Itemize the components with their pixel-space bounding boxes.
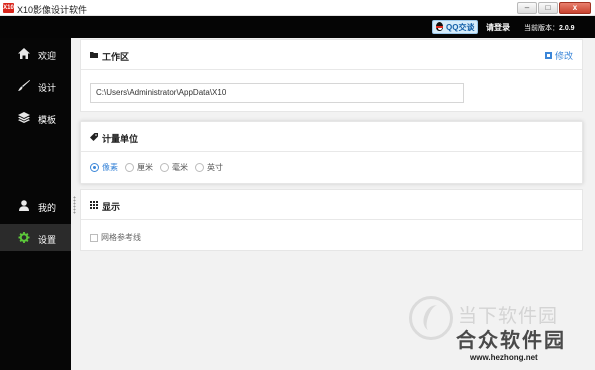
user-icon	[19, 200, 29, 211]
display-title: 显示	[102, 202, 121, 212]
radio-button[interactable]	[125, 163, 134, 172]
units-panel: 计量单位 像素 厘米 毫米 英寸	[80, 121, 583, 184]
workspace-path-field[interactable]: C:\Users\Administrator\AppData\X10	[90, 83, 464, 103]
home-icon	[18, 48, 30, 59]
tag-icon	[90, 133, 98, 141]
watermark-logo-icon	[409, 296, 453, 340]
radio-button[interactable]	[160, 163, 169, 172]
sidebar-item-label: 我的	[38, 203, 57, 213]
window-controls: – □ x	[517, 2, 591, 14]
workspace-panel-header: 工作区 修改	[81, 40, 582, 70]
units-radio-group: 像素 厘米 毫米 英寸	[90, 162, 230, 173]
unit-option-inch[interactable]: 英寸	[195, 162, 223, 173]
sidebar-item-welcome[interactable]: 欢迎	[0, 40, 71, 67]
workspace-title: 工作区	[102, 52, 130, 62]
qq-chat-button[interactable]: QQ交谈	[432, 20, 479, 34]
sidebar-item-templates[interactable]: 模板	[0, 104, 71, 131]
version-label: 当前版本：	[524, 25, 559, 32]
minimize-button[interactable]: –	[517, 2, 537, 14]
radio-label: 毫米	[172, 163, 188, 172]
workspace-panel: 工作区 修改 C:\Users\Administrator\AppData\X1…	[80, 39, 583, 112]
qq-penguin-icon	[435, 22, 444, 32]
watermark-url: www.hezhong.net	[470, 353, 538, 362]
top-header: QQ交谈 请登录 当前版本：2.0.9	[0, 16, 595, 38]
sidebar-item-label: 模板	[38, 115, 57, 125]
radio-label: 像素	[102, 163, 118, 172]
folder-icon	[90, 52, 98, 58]
sidebar-item-settings[interactable]: 设置	[0, 224, 71, 251]
units-panel-header: 计量单位	[81, 122, 582, 152]
sidebar-item-design[interactable]: 设计	[0, 72, 71, 99]
window-title: X10影像设计软件	[17, 5, 88, 15]
title-bar: X10 X10影像设计软件 – □ x	[0, 0, 595, 16]
watermark-text-2: 合众软件园	[456, 328, 566, 352]
version-info: 当前版本：2.0.9	[524, 23, 575, 33]
grid-icon	[90, 201, 98, 209]
unit-option-mm[interactable]: 毫米	[160, 162, 188, 173]
unit-option-pixel[interactable]: 像素	[90, 162, 118, 173]
sidebar: 欢迎 设计 模板 我的 设置	[0, 38, 71, 370]
unit-option-cm[interactable]: 厘米	[125, 162, 153, 173]
login-link[interactable]: 请登录	[486, 22, 510, 33]
display-panel: 显示 网格参考线	[80, 189, 583, 251]
units-title: 计量单位	[102, 134, 139, 144]
sidebar-item-mine[interactable]: 我的	[0, 192, 71, 219]
brush-icon	[18, 80, 30, 91]
version-value: 2.0.9	[559, 25, 575, 32]
close-button[interactable]: x	[559, 2, 591, 14]
display-panel-header: 显示	[81, 190, 582, 220]
splitter-handle[interactable]	[73, 196, 76, 214]
maximize-button[interactable]: □	[538, 2, 558, 14]
gear-icon	[18, 232, 30, 243]
radio-label: 英寸	[207, 163, 223, 172]
radio-button[interactable]	[90, 163, 99, 172]
qq-chat-label: QQ交谈	[446, 22, 475, 32]
grid-guides-option[interactable]: 网格参考线	[90, 232, 141, 243]
edit-icon	[544, 52, 552, 59]
sidebar-item-label: 欢迎	[38, 51, 57, 61]
layers-icon	[18, 112, 30, 123]
sidebar-item-label: 设计	[38, 83, 57, 93]
edit-workspace-button[interactable]: 修改	[544, 49, 573, 62]
radio-button[interactable]	[195, 163, 204, 172]
app-logo-icon: X10	[3, 3, 14, 13]
grid-guides-label: 网格参考线	[101, 233, 141, 242]
sidebar-item-label: 设置	[38, 235, 57, 245]
edit-label: 修改	[554, 51, 573, 61]
grid-guides-checkbox[interactable]	[90, 233, 98, 242]
radio-label: 厘米	[137, 163, 153, 172]
